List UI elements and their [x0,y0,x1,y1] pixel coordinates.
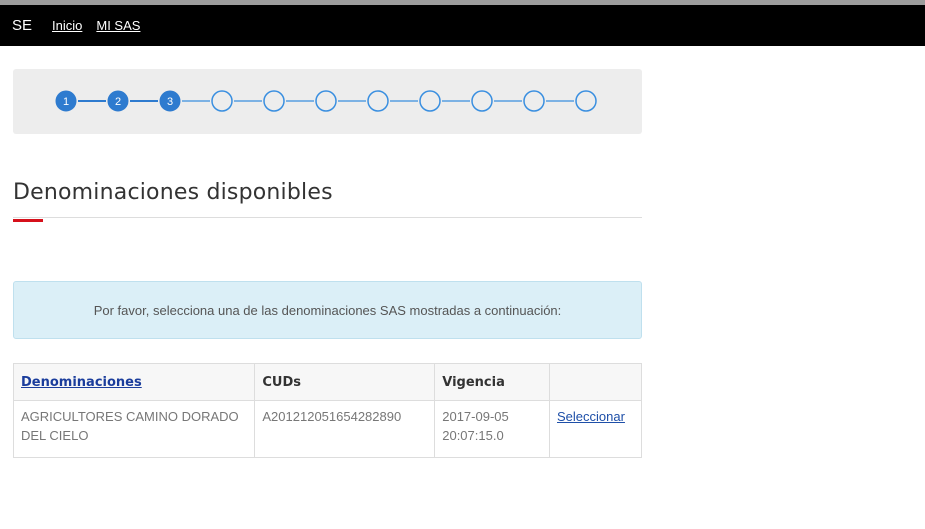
cell-action: Seleccionar [549,400,642,458]
denominations-table: Denominaciones CUDs Vigencia AGRICULTORE… [12,363,642,458]
step-pending-marker [419,90,441,112]
top-navigation-bar: SE Inicio MI SAS [0,5,925,46]
step-pending-marker [263,90,285,112]
progress-stepper: 1 2 3 [13,69,642,134]
step-number-label: 1 [63,96,69,108]
info-alert: Por favor, selecciona una de las denomin… [13,281,642,339]
step-number-label: 3 [167,96,173,108]
nav-link-mi-sas[interactable]: MI SAS [96,18,140,33]
step-pending-marker [315,90,337,112]
step-number-label: 2 [115,96,121,108]
stepper-graphic: 1 2 3 [55,90,597,112]
step-pending-marker [367,90,389,112]
column-header-action [549,363,642,401]
title-divider [13,217,642,218]
table-row: AGRICULTORES CAMINO DORADO DEL CIELO A20… [12,400,642,458]
column-header-denominaciones[interactable]: Denominaciones [12,363,256,401]
step-pending-marker [575,90,597,112]
brand-logo: SE [12,17,33,34]
step-pending-marker [211,90,233,112]
cell-cud: A201212051654282890 [254,400,436,458]
table-header-row: Denominaciones CUDs Vigencia [12,363,642,401]
title-accent-bar [13,219,43,222]
info-alert-text: Por favor, selecciona una de las denomin… [93,302,562,318]
step-pending-marker [523,90,545,112]
page-title: Denominaciones disponibles [13,180,333,205]
nav-link-inicio[interactable]: Inicio [52,18,82,33]
column-header-vigencia: Vigencia [434,363,551,401]
cell-denominacion: AGRICULTORES CAMINO DORADO DEL CIELO [12,400,256,458]
step-pending-marker [471,90,493,112]
column-header-cuds: CUDs [254,363,436,401]
cell-vigencia: 2017-09-05 20:07:15.0 [434,400,551,458]
select-button[interactable]: Seleccionar [557,409,625,424]
sort-denominaciones-link[interactable]: Denominaciones [21,375,142,390]
